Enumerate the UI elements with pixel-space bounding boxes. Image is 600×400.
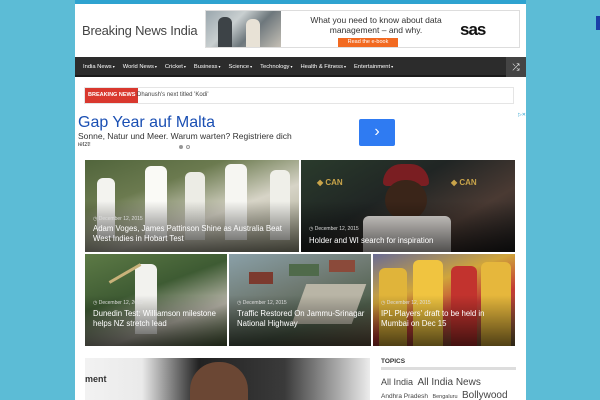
tile-date: ◷ December 12, 2015 bbox=[309, 226, 359, 232]
featured-grid: ◷ December 12, 2015 Adam Voges, James Pa… bbox=[85, 160, 515, 346]
chevron-down-icon: ▾ bbox=[343, 64, 346, 69]
site-title[interactable]: Breaking News India bbox=[82, 23, 198, 38]
photo-brand-text: ment bbox=[85, 374, 107, 384]
header-ad-banner[interactable]: What you need to know about data managem… bbox=[205, 10, 520, 48]
shuffle-icon[interactable]: ⤮ bbox=[506, 57, 526, 77]
tile-date: ◷ December 12, 2015 bbox=[93, 216, 143, 222]
ad-read-ebook-button[interactable]: Read the e-book bbox=[338, 38, 398, 47]
nav-item-health-fitness[interactable]: Health & Fitness▾ bbox=[296, 57, 350, 77]
breaking-news-ticker: BREAKING NEWS Dhanush's next titled 'Kod… bbox=[84, 87, 514, 104]
site-header: Breaking News India What you need to kno… bbox=[75, 4, 526, 56]
ad-carousel-dots[interactable] bbox=[179, 145, 190, 149]
topic-tag[interactable]: Bengaluru bbox=[432, 394, 457, 400]
text-ad[interactable]: Gap Year auf Malta Sonne, Natur und Meer… bbox=[75, 112, 526, 150]
main-nav: India News▾ World News▾ Cricket▾ Busines… bbox=[75, 57, 526, 77]
chevron-down-icon: ▾ bbox=[290, 64, 293, 69]
nav-item-entertainment[interactable]: Entertainment▾ bbox=[350, 57, 397, 77]
ad-subtitle: Sonne, Natur und Meer. Warum warten? Reg… bbox=[78, 131, 292, 141]
tile-title[interactable]: IPL Players' draft to be held in Mumbai … bbox=[381, 309, 509, 328]
featured-tile[interactable]: ◷ December 12, 2015 Dunedin Test: Willia… bbox=[85, 254, 227, 346]
tile-date: ◷ December 12, 2015 bbox=[93, 300, 143, 306]
featured-tile[interactable]: ◷ December 12, 2015 Adam Voges, James Pa… bbox=[85, 160, 299, 252]
chevron-down-icon: ▾ bbox=[391, 64, 394, 69]
tile-date: ◷ December 12, 2015 bbox=[237, 300, 287, 306]
topics-tag-cloud: All India All India News Andhra Pradesh … bbox=[381, 375, 516, 400]
featured-tile[interactable]: ◷ December 12, 2015 Traffic Restored On … bbox=[229, 254, 371, 346]
chevron-down-icon: ▾ bbox=[250, 64, 253, 69]
right-edge-tab bbox=[596, 16, 600, 30]
nav-item-india-news[interactable]: India News▾ bbox=[79, 57, 119, 77]
tile-title[interactable]: Holder and WI search for inspiration bbox=[309, 236, 509, 246]
featured-tile[interactable]: ◆ CAN ◆ CAN ◷ December 12, 2015 Holder a… bbox=[301, 160, 515, 252]
breaking-news-label: BREAKING NEWS bbox=[85, 88, 139, 103]
chevron-down-icon: ▾ bbox=[218, 64, 221, 69]
nav-item-technology[interactable]: Technology▾ bbox=[256, 57, 296, 77]
tile-title[interactable]: Adam Voges, James Pattinson Shine as Aus… bbox=[93, 224, 293, 243]
chevron-down-icon: ▾ bbox=[112, 64, 115, 69]
ad-title[interactable]: Gap Year auf Malta bbox=[78, 114, 215, 132]
carousel-dot bbox=[179, 145, 183, 149]
tile-title[interactable]: Traffic Restored On Jammu-Srinagar Natio… bbox=[237, 309, 365, 328]
page-container: Breaking News India What you need to kno… bbox=[75, 0, 526, 400]
topics-widget: TOPICS All India All India News Andhra P… bbox=[381, 358, 516, 400]
ad-arrow-button[interactable]: › bbox=[359, 119, 395, 146]
ad-cutoff-text: jetzt! bbox=[78, 142, 91, 146]
tile-date: ◷ December 12, 2015 bbox=[381, 300, 431, 306]
tile-title[interactable]: Dunedin Test: Williamson milestone helps… bbox=[93, 309, 221, 328]
nav-item-cricket[interactable]: Cricket▾ bbox=[161, 57, 190, 77]
topic-tag[interactable]: Bollywood bbox=[462, 390, 508, 400]
chevron-down-icon: ▾ bbox=[154, 64, 157, 69]
nav-item-business[interactable]: Business▾ bbox=[190, 57, 225, 77]
topic-tag[interactable]: All India bbox=[381, 377, 413, 387]
topics-heading: TOPICS bbox=[381, 358, 516, 370]
lower-feature-photo[interactable]: ment bbox=[85, 358, 370, 400]
ad-text: What you need to know about data managem… bbox=[310, 15, 442, 35]
topic-tag[interactable]: Andhra Pradesh bbox=[381, 393, 428, 400]
featured-tile[interactable]: ◷ December 12, 2015 IPL Players' draft t… bbox=[373, 254, 515, 346]
sas-logo: sas bbox=[460, 20, 486, 39]
adchoices-icon[interactable]: ▷✕ bbox=[518, 112, 526, 118]
ad-photo bbox=[206, 11, 281, 47]
nav-item-science[interactable]: Science▾ bbox=[224, 57, 256, 77]
chevron-down-icon: ▾ bbox=[183, 64, 186, 69]
breaking-headline[interactable]: Dhanush's next titled 'Kodi' bbox=[137, 88, 208, 103]
nav-item-world-news[interactable]: World News▾ bbox=[119, 57, 161, 77]
carousel-dot bbox=[186, 145, 190, 149]
topic-tag[interactable]: All India News bbox=[417, 377, 480, 388]
